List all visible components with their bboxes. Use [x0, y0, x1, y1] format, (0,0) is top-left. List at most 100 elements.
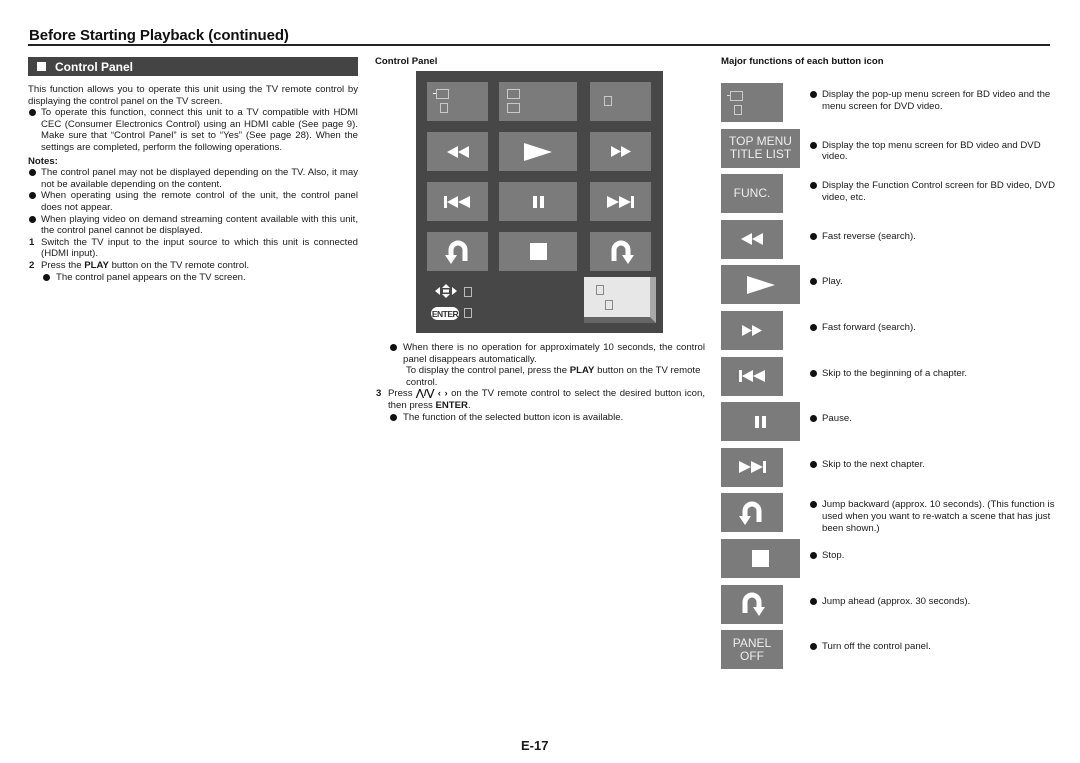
rewind-legend-button: [721, 219, 783, 259]
fast-forward-legend-button: [721, 311, 783, 350]
enter-icon: ENTER: [431, 307, 459, 320]
jump-back-icon: [444, 240, 467, 264]
title-rule: [28, 44, 1050, 46]
step-number: 1: [29, 236, 35, 248]
pause-icon: [532, 195, 544, 208]
rewind-icon: [446, 145, 469, 158]
bullet-dot-icon: [390, 344, 397, 351]
pause-legend-button: [721, 402, 800, 442]
stop-legend-button: [721, 539, 800, 578]
play-icon: [746, 275, 775, 294]
legend-heading: Major functions of each button icon: [721, 56, 884, 67]
legend-description: Turn off the control panel.: [809, 641, 1062, 653]
skip-forward-icon: [738, 461, 766, 474]
stop-button[interactable]: [499, 232, 577, 271]
intro-text: This function allows you to operate this…: [28, 84, 358, 107]
bullet-dot-icon: [810, 552, 817, 559]
legend-description-text: Skip to the beginning of a chapter.: [822, 367, 968, 379]
skip-forward-button[interactable]: [590, 182, 651, 221]
legend-description: Fast forward (search).: [809, 322, 1062, 334]
jump-ahead-legend-button: [721, 584, 783, 624]
legend-description: Display the top menu screen for BD video…: [809, 140, 1062, 163]
bullet-dot-icon: [29, 215, 36, 223]
legend-description-text: Stop.: [822, 550, 845, 561]
fast-forward-icon: [610, 146, 631, 157]
fast-forward-button[interactable]: [590, 132, 651, 171]
rewind-button[interactable]: [427, 132, 488, 171]
bullet-dot-icon: [810, 182, 817, 190]
function-legend-button: FUNC.: [721, 174, 783, 214]
legend-description-text: Display the top menu screen for BD video…: [822, 139, 1041, 163]
bullet-dot-icon: [810, 324, 817, 331]
jump-back-legend-button: [721, 493, 783, 533]
bullet-dot-icon: [29, 109, 36, 117]
control-panel: ENTER: [416, 71, 663, 333]
rewind-icon: [741, 233, 763, 246]
note-text: When there is no operation for approxima…: [403, 342, 705, 365]
legend-description: Skip to the beginning of a chapter.: [809, 368, 1062, 380]
legend-description-text: Skip to the next chapter.: [822, 458, 925, 470]
legend-description-text: Play.: [822, 276, 843, 288]
top-menu-icon: [507, 89, 520, 99]
legend-description: Stop.: [809, 550, 1062, 562]
bullet-dot-icon: [43, 273, 50, 281]
jump-back-button[interactable]: [427, 232, 488, 271]
legend-description: Jump backward (approx. 10 seconds). (Thi…: [809, 499, 1062, 534]
control-panel-label: Control Panel: [375, 56, 438, 67]
step-3-sub: The function of the selected button icon…: [375, 412, 705, 424]
middle-notes: When there is no operation for approxima…: [375, 342, 705, 423]
panel-off-button[interactable]: [584, 277, 656, 323]
top-menu-button[interactable]: [499, 82, 577, 121]
notes-heading: Notes:: [28, 155, 58, 167]
legend-description-text: Fast reverse (search).: [822, 230, 916, 242]
play-button[interactable]: [499, 132, 577, 171]
skip-back-icon: [738, 370, 766, 383]
legend-description: Play.: [809, 276, 1062, 288]
bullet-dot-icon: [810, 643, 817, 651]
legend-description: Display the pop-up menu screen for BD vi…: [809, 89, 1062, 112]
note-text: The control panel may not be displayed d…: [41, 167, 358, 190]
note-item: When playing video on demand streaming c…: [28, 214, 358, 237]
stop-icon: [529, 243, 547, 260]
bullet-dot-icon: [390, 413, 397, 421]
auto-hide-note: When there is no operation for approxima…: [375, 342, 705, 365]
step-sub-text: The function of the selected button icon…: [403, 411, 624, 423]
page-number: E-17: [521, 738, 549, 753]
step-2-sub: The control panel appears on the TV scre…: [28, 272, 358, 284]
bullet-dot-icon: [810, 278, 817, 286]
jump-ahead-button[interactable]: [590, 232, 651, 271]
glyph-placeholder: [436, 89, 449, 99]
step-sub-text: The control panel appears on the TV scre…: [56, 271, 246, 283]
stop-icon: [752, 550, 769, 567]
bullet-dot-icon: [810, 501, 817, 509]
legend-description: Display the Function Control screen for …: [809, 180, 1062, 203]
play-icon: [524, 142, 552, 161]
step-text: Press the: [41, 259, 85, 271]
glyph-placeholder: [464, 287, 472, 297]
bullet-dot-icon: [810, 597, 817, 605]
legend-description-text: Pause.: [822, 413, 852, 425]
bullet-dot-icon: [810, 415, 817, 423]
skip-back-legend-button: [721, 356, 783, 396]
step-2: 2 Press the PLAY button on the TV remote …: [28, 260, 358, 272]
section-heading: Control Panel: [55, 59, 134, 74]
step-3: 3 Press ⋀/⋁ ‹ › on the TV remote control …: [375, 388, 705, 411]
fast-forward-icon: [742, 325, 762, 336]
pause-button[interactable]: [499, 182, 577, 221]
glyph-placeholder: [464, 308, 472, 318]
pause-icon: [755, 415, 766, 428]
skip-forward-icon: [607, 195, 634, 208]
glyph-placeholder: [507, 103, 520, 113]
jump-ahead-icon: [739, 591, 765, 617]
popup-menu-button[interactable]: [427, 82, 488, 121]
glyph-placeholder: [440, 103, 448, 113]
square-bullet-icon: [37, 62, 46, 71]
play-legend-button: [721, 265, 800, 305]
intro-bullet-text: To operate this function, connect this u…: [41, 107, 358, 153]
popup-menu-legend-button: [721, 83, 783, 122]
skip-back-button[interactable]: [427, 182, 488, 221]
function-button[interactable]: [590, 82, 651, 121]
page-title: Before Starting Playback (continued): [29, 27, 289, 44]
play-keyword: PLAY: [84, 259, 109, 271]
legend-description: Pause.: [809, 413, 1062, 425]
